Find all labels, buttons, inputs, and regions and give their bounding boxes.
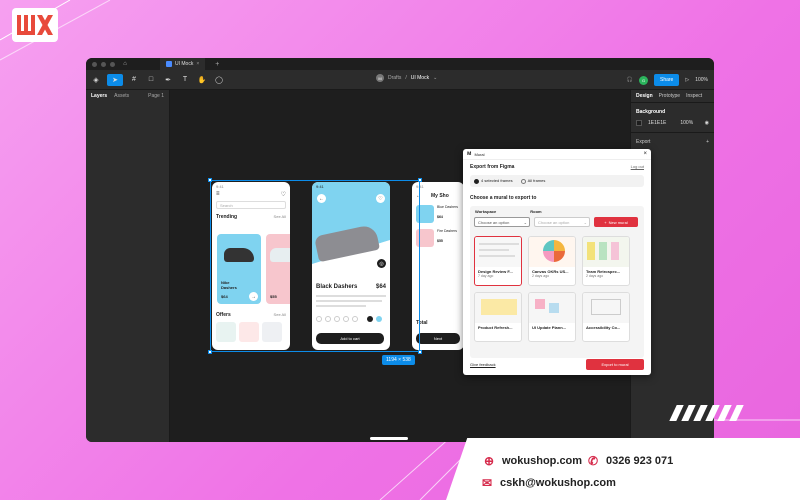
add-export-icon[interactable]: + [706,139,709,145]
left-panel: Layers Assets Page 1 [86,90,170,442]
breadcrumb: M Drafts / UI Mock ⌄ [376,74,437,82]
text-tool-icon[interactable]: T [179,74,191,86]
room-select[interactable]: Choose an option ⌄ [534,217,590,227]
chevron-down-icon: ⌄ [523,220,527,225]
contact-website[interactable]: ⊕ wokushop.com [482,454,582,468]
contact-email[interactable]: ✉ cskh@wokushop.com [480,476,616,490]
frame-scope-radio-group: 4 selected frames All frames [470,175,644,187]
new-tab-icon[interactable]: + [215,61,219,68]
radio-all-frames[interactable]: All frames [520,178,545,184]
decorative-bar [370,437,408,440]
selection-box[interactable] [208,178,422,354]
window-maximize-dot[interactable] [110,61,115,67]
brand-logo-icon [17,15,53,35]
tab-inspect[interactable]: Inspect [686,93,702,99]
cart-title: My Sho [431,193,449,199]
mural-logo-icon: ᴍ [467,151,472,157]
tab-assets[interactable]: Assets [114,93,129,99]
file-name[interactable]: UI Mock [411,75,429,81]
workspace-label: Workspace [475,209,497,214]
tab-bar: ⌂ UI Mock × + [86,58,714,70]
mural-tile[interactable]: Design Review F... 7 day ago [474,236,522,286]
export-to-mural-button[interactable]: Export to mural [586,358,644,370]
shape-tool-icon[interactable]: □ [145,74,157,86]
page-selector[interactable]: Page 1 [148,93,164,99]
pen-tool-icon[interactable]: ✒ [162,74,174,86]
cart-item-name: Fire Dashers [437,229,458,233]
main-menu-icon[interactable]: ◈ [90,74,102,86]
radio-selected-frames[interactable]: 4 selected frames [474,178,513,184]
breadcrumb-drafts[interactable]: Drafts [388,75,401,81]
decorative-stripes [669,405,744,421]
phone-icon: ✆ [587,454,599,468]
mural-tile[interactable]: Accessibility Co... [582,292,630,342]
contact-panel [446,438,800,500]
breadcrumb-separator: / [405,75,407,81]
move-tool-icon[interactable]: ➤ [107,73,123,86]
background-opacity[interactable]: 100% [680,120,693,126]
next-button: Next [416,333,460,344]
mural-tile[interactable]: Canvas OKRs US... 2 days ago [528,236,576,286]
background-swatch[interactable] [636,120,642,126]
cart-item-name: Blue Dashers [437,205,459,209]
tab-close-icon[interactable]: × [196,61,199,67]
figma-window: ⌂ UI Mock × + ◈ ➤ # □ ✒ T ✋ ◯ M Drafts /… [86,58,714,442]
mural-tile[interactable]: UI Update Plann... [528,292,576,342]
mural-picker: Workspace Room Choose an option ⌄ Choose … [470,206,644,358]
plus-icon: + [604,219,607,225]
tab-title: UI Mock [175,61,194,67]
comment-tool-icon[interactable]: ◯ [213,74,225,86]
window-minimize-dot[interactable] [101,61,106,67]
zoom-level[interactable]: 100% [695,77,708,83]
logout-link[interactable]: Log out [631,164,644,170]
user-avatar[interactable]: G [639,75,648,85]
contact-phone[interactable]: ✆ 0326 923 071 [586,454,673,468]
tab-prototype[interactable]: Prototype [659,93,680,99]
mural-plugin-dialog: ᴍ Mural × Export from Figma Log out 4 se… [463,149,651,375]
mural-tile[interactable]: Product Refresh... [474,292,522,342]
window-close-dot[interactable] [92,61,97,67]
mural-tile[interactable]: Team Retrospec... 2 days ago [582,236,630,286]
export-title: Export from Figma [470,164,515,170]
hand-tool-icon[interactable]: ✋ [196,74,208,86]
toolbar: ◈ ➤ # □ ✒ T ✋ ◯ M Drafts / UI Mock ⌄ 🎧 G… [86,70,714,90]
mail-icon: ✉ [481,476,493,490]
plugin-title: Mural [474,151,485,157]
present-play-icon[interactable]: ▷ [685,77,689,83]
brand-logo [12,8,58,42]
globe-icon: ⊕ [483,454,495,468]
cart-item-price: $55 [437,239,443,243]
tab-ui-mock[interactable]: UI Mock × [160,58,206,70]
give-feedback-link[interactable]: Give feedback [470,362,496,367]
share-button[interactable]: Share [654,74,680,86]
new-mural-button[interactable]: + New mural [594,217,638,227]
chevron-down-icon: ⌄ [583,220,587,225]
close-icon[interactable]: × [643,151,647,157]
tab-layers[interactable]: Layers [91,93,107,99]
background-hex[interactable]: 1E1E1E [648,120,666,126]
cart-item-price: $64 [437,215,443,219]
dimension-badge: 1194 × 538 [382,355,415,365]
toolbar-right: 🎧 G Share ▷ 100% [627,74,708,86]
tab-design[interactable]: Design [636,93,653,99]
figma-file-icon [166,61,172,67]
choose-mural-heading: Choose a mural to export to [470,195,537,201]
background-title: Background [636,109,666,115]
mural-grid: Design Review F... 7 day ago Canvas OKRs … [474,236,630,342]
room-label: Room [530,209,542,214]
eye-icon[interactable]: ◉ [705,120,709,126]
chevron-down-icon[interactable]: ⌄ [433,75,437,81]
headphones-icon[interactable]: 🎧 [627,77,633,83]
team-avatar[interactable]: M [376,74,384,82]
home-icon[interactable]: ⌂ [119,58,131,70]
frame-tool-icon[interactable]: # [128,74,140,86]
workspace-select[interactable]: Choose an option ⌄ [474,217,530,227]
export-label: Export [636,139,651,145]
